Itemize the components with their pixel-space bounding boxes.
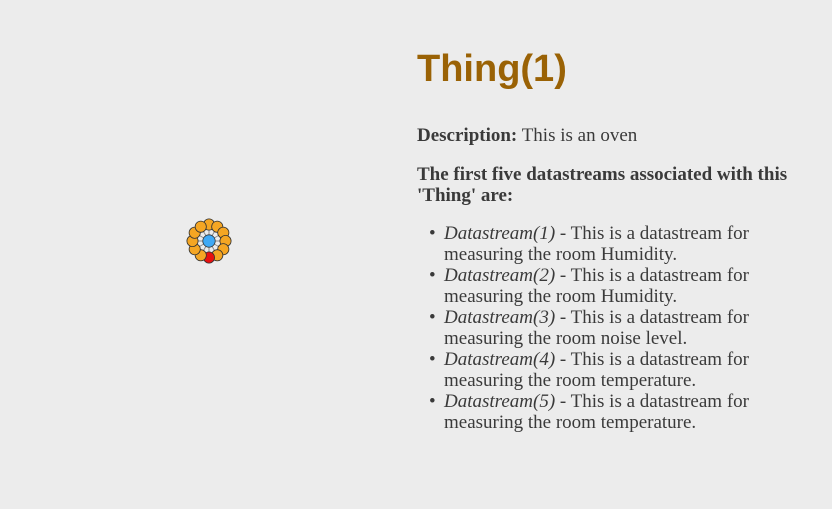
list-item: • Datastream(5) - This is a datastream fo… [429, 391, 749, 433]
network-graph[interactable] [0, 0, 410, 509]
list-item: • Datastream(3) - This is a datastream fo… [429, 307, 749, 349]
page: Thing(1) Description: This is an oven Th… [0, 0, 832, 509]
datastream-name: Datastream(4) [444, 349, 556, 370]
thing-node[interactable] [202, 234, 216, 248]
thing-title: Thing(1) [417, 48, 567, 90]
thing-description: Description: This is an oven [417, 125, 817, 147]
list-item: • Datastream(2) - This is a datastream fo… [429, 265, 749, 307]
datastream-name: Datastream(2) [444, 265, 556, 286]
datastreams-heading: The first five datastreams associated wi… [417, 164, 788, 206]
datastream-list: • Datastream(1) - This is a datastream fo… [417, 223, 817, 433]
datastream-name: Datastream(1) [444, 223, 556, 244]
description-value: This is an oven [521, 125, 638, 146]
list-item: • Datastream(1) - This is a datastream fo… [429, 223, 749, 265]
description-label: Description: [417, 125, 518, 146]
thing-info-panel: Thing(1) Description: This is an oven Th… [417, 48, 817, 433]
graph-panel[interactable] [0, 0, 410, 509]
datastream-name: Datastream(5) [444, 391, 556, 412]
datastream-node[interactable] [194, 220, 207, 233]
list-item: • Datastream(4) - This is a datastream fo… [429, 349, 749, 391]
datastream-name: Datastream(3) [444, 307, 556, 328]
